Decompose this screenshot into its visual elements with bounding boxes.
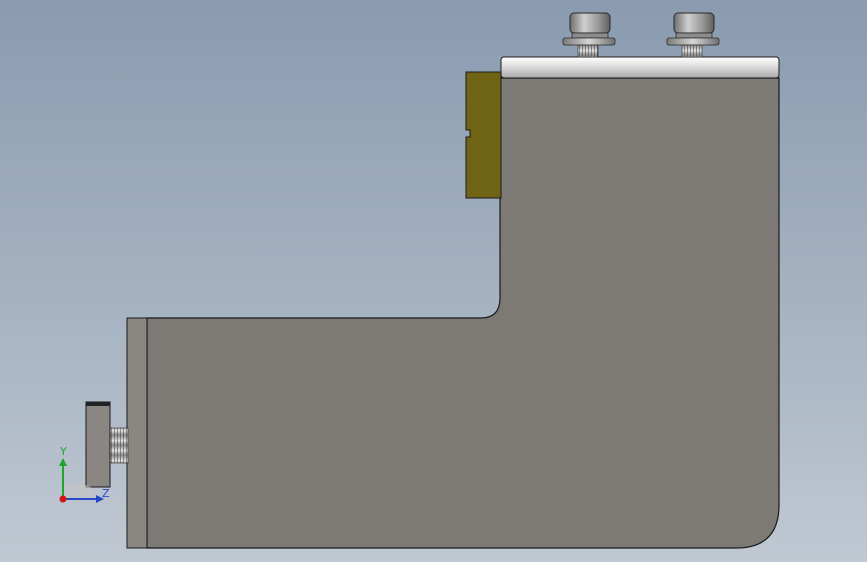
knob-2[interactable]	[666, 12, 720, 58]
knob-1[interactable]	[562, 12, 616, 58]
top-plate[interactable]	[500, 56, 780, 79]
side-bracket[interactable]	[465, 71, 502, 199]
left-end-plate[interactable]	[126, 317, 148, 549]
cad-viewport[interactable]: Y Z	[0, 0, 867, 562]
triad-y-label: Y	[59, 445, 67, 458]
main-body-part[interactable]	[146, 77, 780, 549]
cad-model-view: Y Z	[59, 12, 780, 549]
left-bolt[interactable]	[85, 401, 129, 488]
triad-z-label: Z	[102, 487, 110, 500]
